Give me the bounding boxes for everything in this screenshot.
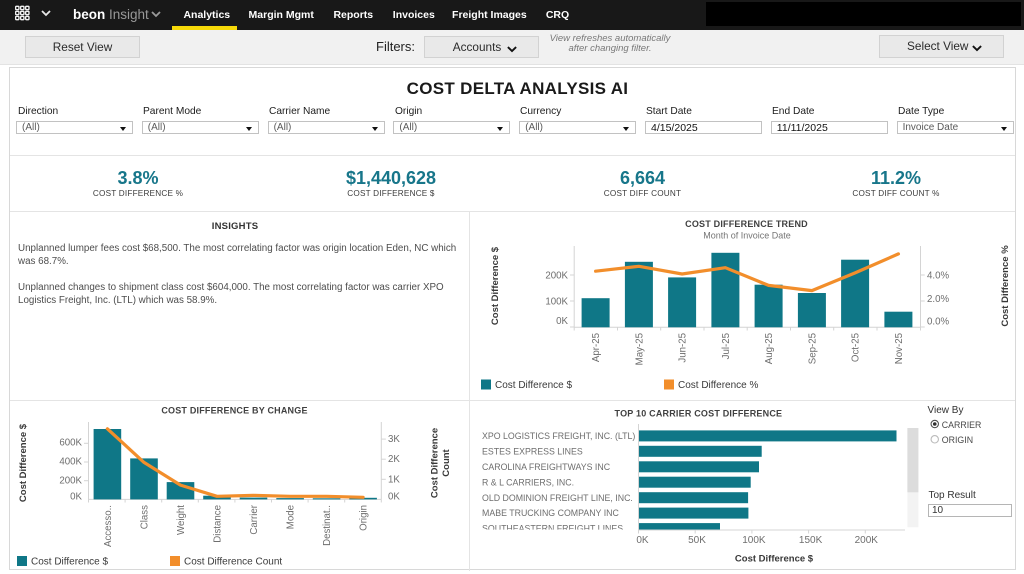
svg-text:R & L CARRIERS, INC.: R & L CARRIERS, INC. <box>482 477 574 487</box>
svg-text:2K: 2K <box>388 454 400 465</box>
svg-text:Cost Difference: Cost Difference <box>430 428 441 498</box>
svg-text:Cost Difference $: Cost Difference $ <box>495 380 573 391</box>
svg-text:Origin: Origin <box>359 505 370 531</box>
svg-text:400K: 400K <box>59 457 82 468</box>
svg-text:0K: 0K <box>70 492 82 503</box>
svg-text:Cost Difference $: Cost Difference $ <box>490 246 501 325</box>
svg-text:Accesso..: Accesso.. <box>103 505 114 547</box>
svg-text:TOP 10 CARRIER COST DIFFERENCE: TOP 10 CARRIER COST DIFFERENCE <box>615 409 783 419</box>
svg-text:Month of Invoice Date: Month of Invoice Date <box>703 231 791 241</box>
svg-text:Sep-25: Sep-25 <box>807 333 818 364</box>
svg-text:Cost Difference %: Cost Difference % <box>678 380 759 391</box>
svg-text:Cost Difference $: Cost Difference $ <box>735 554 814 565</box>
svg-text:Apr-25: Apr-25 <box>591 333 602 362</box>
svg-text:100K: 100K <box>742 535 766 546</box>
svg-text:XPO LOGISTICS FREIGHT, INC. (L: XPO LOGISTICS FREIGHT, INC. (LTL) <box>482 431 635 441</box>
svg-text:Mode: Mode <box>286 505 297 529</box>
svg-text:Oct-25: Oct-25 <box>851 333 862 362</box>
svg-text:COST DIFFERENCE BY CHANGE: COST DIFFERENCE BY CHANGE <box>161 406 307 416</box>
svg-text:50K: 50K <box>688 535 706 546</box>
svg-text:Cost Difference $: Cost Difference $ <box>31 557 109 568</box>
svg-text:3K: 3K <box>388 434 400 445</box>
svg-text:MABE TRUCKING COMPANY INC: MABE TRUCKING COMPANY INC <box>482 508 620 518</box>
svg-text:Cost Difference $: Cost Difference $ <box>18 423 29 502</box>
svg-text:May-25: May-25 <box>634 333 645 365</box>
svg-text:200K: 200K <box>59 476 82 487</box>
svg-text:600K: 600K <box>59 438 82 449</box>
svg-text:Nov-25: Nov-25 <box>894 333 905 364</box>
svg-text:Distance: Distance <box>213 505 224 543</box>
svg-text:2.0%: 2.0% <box>927 294 949 305</box>
svg-text:4.0%: 4.0% <box>927 271 949 282</box>
svg-text:COST DIFFERENCE TREND: COST DIFFERENCE TREND <box>685 219 808 229</box>
svg-text:0K: 0K <box>388 492 400 503</box>
svg-text:ESTES EXPRESS LINES: ESTES EXPRESS LINES <box>482 446 583 456</box>
svg-text:Aug-25: Aug-25 <box>764 333 775 364</box>
svg-text:0K: 0K <box>636 535 649 546</box>
svg-text:200K: 200K <box>855 535 879 546</box>
svg-text:Jul-25: Jul-25 <box>721 333 732 359</box>
svg-text:0.0%: 0.0% <box>927 317 949 328</box>
svg-text:Jun-25: Jun-25 <box>678 333 689 363</box>
svg-text:Count: Count <box>441 448 452 476</box>
svg-text:Class: Class <box>140 505 151 529</box>
svg-text:Weight: Weight <box>176 505 187 535</box>
svg-text:1K: 1K <box>388 474 400 485</box>
svg-text:Cost Difference Count: Cost Difference Count <box>184 557 282 568</box>
svg-text:100K: 100K <box>545 297 568 308</box>
svg-text:Carrier: Carrier <box>249 504 260 534</box>
svg-text:150K: 150K <box>799 535 823 546</box>
svg-text:Destinat..: Destinat.. <box>322 505 333 546</box>
svg-text:OLD DOMINION FREIGHT LINE, INC: OLD DOMINION FREIGHT LINE, INC. <box>482 493 633 503</box>
svg-text:200K: 200K <box>545 271 568 282</box>
svg-text:0K: 0K <box>556 316 568 327</box>
svg-text:Cost Difference %: Cost Difference % <box>1000 245 1011 327</box>
svg-text:SOUTHEASTERN FREIGHT LINES: SOUTHEASTERN FREIGHT LINES <box>482 524 623 534</box>
svg-text:CAROLINA FREIGHTWAYS INC: CAROLINA FREIGHTWAYS INC <box>482 462 611 472</box>
